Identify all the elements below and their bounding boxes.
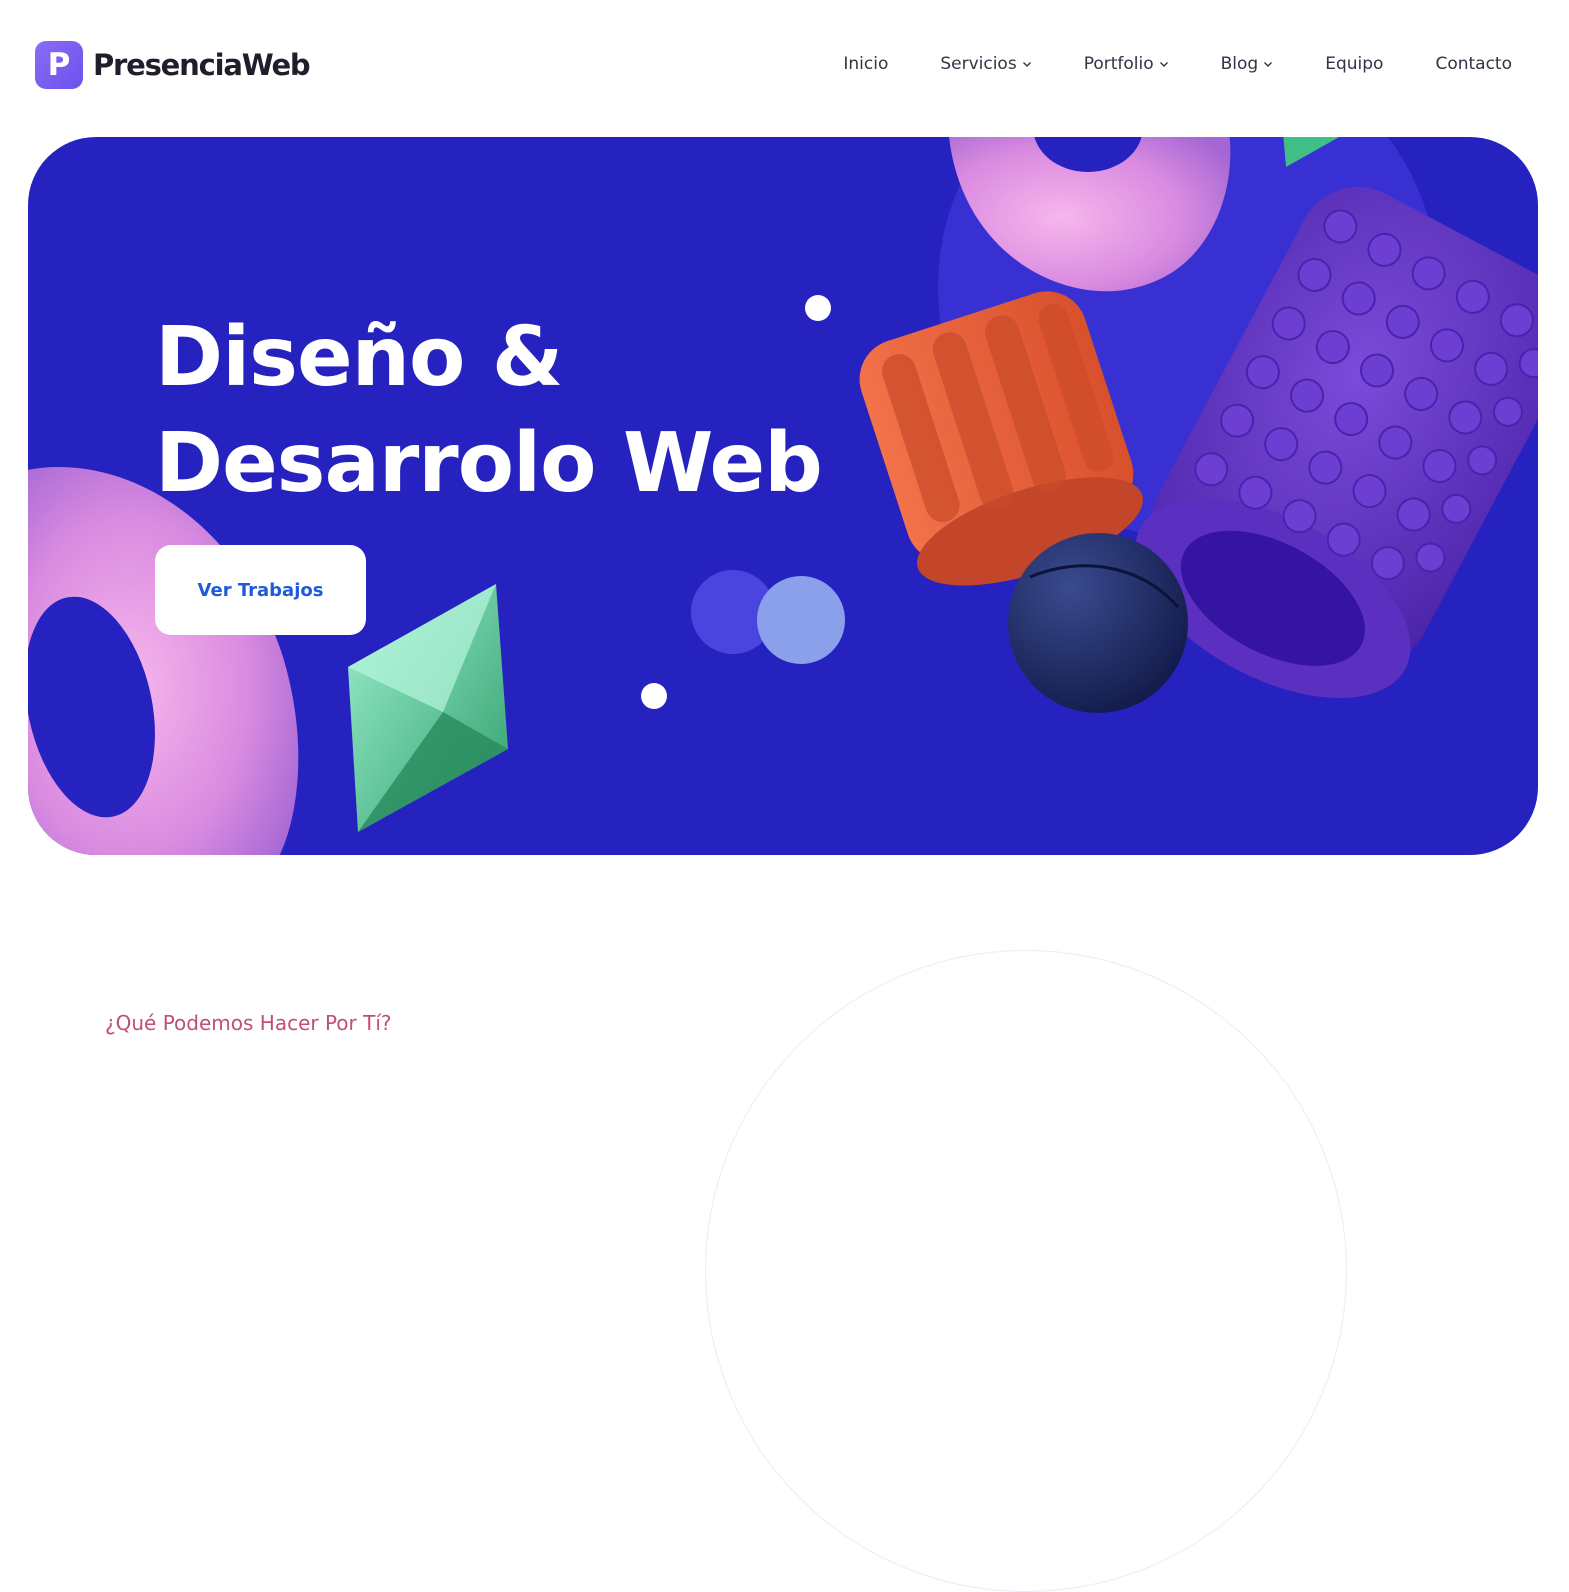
nav-item-equipo[interactable]: Equipo xyxy=(1325,54,1383,74)
nav-item-inicio[interactable]: Inicio xyxy=(843,54,888,74)
services-section-eyebrow: ¿Qué Podemos Hacer Por Tí? xyxy=(105,1011,392,1035)
decorative-circle-outline xyxy=(705,950,1347,1592)
nav-item-contacto[interactable]: Contacto xyxy=(1435,54,1512,74)
hero-banner: Diseño & Desarrolo Web Ver Trabajos xyxy=(28,137,1538,855)
chevron-down-icon xyxy=(1264,62,1273,67)
chevron-down-icon xyxy=(1159,62,1168,67)
nav-item-servicios[interactable]: Servicios xyxy=(940,54,1031,74)
logo-icon: P xyxy=(35,41,83,89)
main-nav: Inicio Servicios Portfolio Blog Equipo C… xyxy=(843,54,1512,74)
nav-item-label: Inicio xyxy=(843,54,889,74)
nav-item-label: Blog xyxy=(1220,54,1259,74)
brand-logo[interactable]: P PresenciaWeb xyxy=(35,41,311,89)
nav-item-label: Servicios xyxy=(940,54,1017,74)
site-header: P PresenciaWeb Inicio Servicios Portfoli… xyxy=(0,0,1569,130)
hero-title-line2: Desarrolo Web xyxy=(155,416,823,511)
nav-item-label: Contacto xyxy=(1435,54,1512,74)
nav-item-label: Equipo xyxy=(1325,54,1384,74)
nav-item-blog[interactable]: Blog xyxy=(1221,54,1274,74)
hero-title-line1: Diseño & xyxy=(155,310,563,405)
chevron-down-icon xyxy=(1022,62,1031,67)
nav-item-label: Portfolio xyxy=(1083,54,1154,74)
nav-item-portfolio[interactable]: Portfolio xyxy=(1084,54,1169,74)
hero-title: Diseño & Desarrolo Web xyxy=(155,305,823,517)
brand-name: PresenciaWeb xyxy=(93,48,311,82)
ver-trabajos-button[interactable]: Ver Trabajos xyxy=(155,545,366,635)
